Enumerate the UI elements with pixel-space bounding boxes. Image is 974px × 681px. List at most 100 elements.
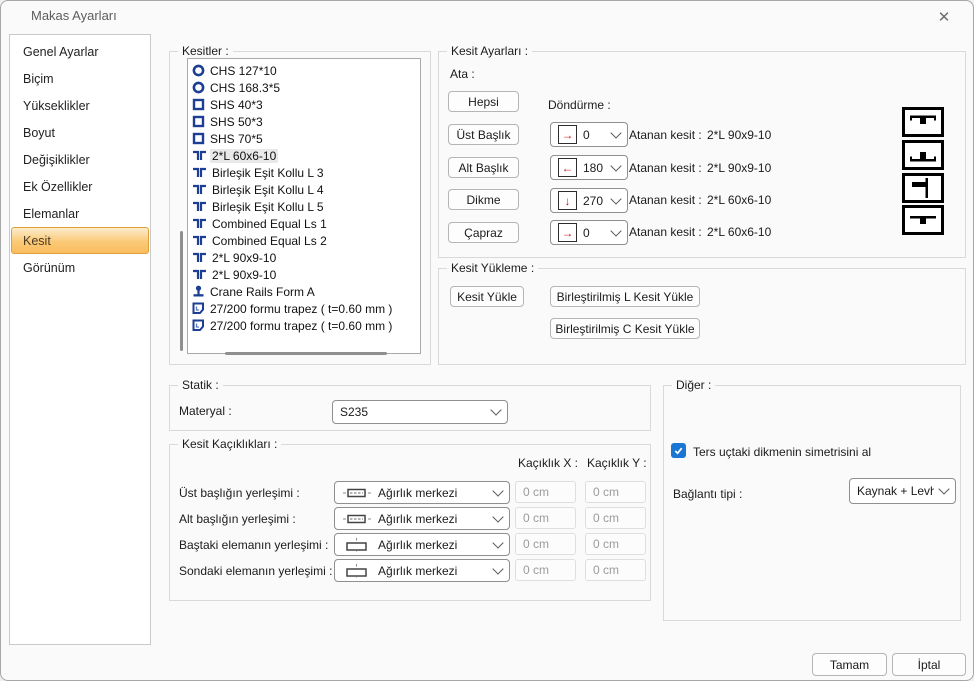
title-bar: Makas Ayarları ✕ bbox=[1, 1, 973, 31]
birlestirilmis-c-kesit-yukle-button[interactable]: Birleştirilmiş C Kesit Yükle bbox=[550, 318, 700, 339]
horizontal-scrollbar[interactable] bbox=[225, 352, 387, 355]
sidebar-item-degisiklikler[interactable]: Değişiklikler bbox=[11, 146, 149, 173]
list-item[interactable]: Combined Equal Ls 2 bbox=[188, 232, 420, 249]
rotation-select-dikme[interactable]: ↓ 270 bbox=[550, 188, 628, 213]
sondaki-elemanin-yerlesimi-select[interactable]: Ağırlık merkezi bbox=[334, 559, 510, 582]
chevron-down-icon bbox=[490, 404, 501, 415]
sidebar-item-genel-ayarlar[interactable]: Genel Ayarlar bbox=[11, 38, 149, 65]
alt-basligin-yerlesimi-select[interactable]: Ağırlık merkezi bbox=[334, 507, 510, 530]
baglanti-tipi-select[interactable]: Kaynak + Levha bbox=[849, 478, 956, 504]
ust-baslik-button[interactable]: Üst Başlık bbox=[448, 124, 519, 145]
trapez-icon bbox=[192, 302, 205, 315]
rotation-select-alt-baslik[interactable]: ← 180 bbox=[550, 155, 628, 180]
shs-icon bbox=[192, 115, 205, 128]
bastaki-elemanin-yerlesimi-select[interactable]: Ağırlık merkezi bbox=[334, 533, 510, 556]
shs-icon bbox=[192, 132, 205, 145]
list-item[interactable]: Birleşik Eşit Kollu L 5 bbox=[188, 198, 420, 215]
list-item[interactable]: CHS 168.3*5 bbox=[188, 79, 420, 96]
simetri-checkbox-label[interactable]: Ters uçtaki dikmenin simetrisini al bbox=[693, 445, 871, 459]
rotation-value: 0 bbox=[583, 226, 590, 240]
materyal-value: S235 bbox=[340, 405, 368, 419]
vertical-scrollbar[interactable] bbox=[180, 231, 183, 351]
chevron-down-icon bbox=[492, 563, 503, 574]
rotation-value: 0 bbox=[583, 128, 590, 142]
iptal-button[interactable]: İptal bbox=[892, 653, 966, 676]
chevron-down-icon bbox=[492, 537, 503, 548]
double-angle-icon bbox=[192, 252, 207, 263]
chevron-down-icon bbox=[610, 160, 621, 171]
settings-sidebar: Genel Ayarlar Biçim Yükseklikler Boyut D… bbox=[9, 34, 151, 645]
placement-value: Ağırlık merkezi bbox=[378, 486, 457, 500]
v-section-placement-icon bbox=[342, 564, 372, 578]
sidebar-item-ek-ozellikler[interactable]: Ek Özellikler bbox=[11, 173, 149, 200]
arrow-right-icon: → bbox=[558, 223, 577, 242]
v-section-placement-icon bbox=[342, 538, 372, 552]
list-item[interactable]: CHS 127*10 bbox=[188, 62, 420, 79]
chs-icon bbox=[192, 81, 205, 94]
materyal-select[interactable]: S235 bbox=[332, 400, 508, 424]
statik-legend: Statik : bbox=[178, 378, 223, 392]
chevron-down-icon bbox=[610, 193, 621, 204]
list-item[interactable]: Combined Equal Ls 1 bbox=[188, 215, 420, 232]
rotation-value: 270 bbox=[583, 194, 603, 208]
shs-icon bbox=[192, 98, 205, 111]
assigned-section-label: Atanan kesit : bbox=[629, 128, 702, 142]
kesitler-legend: Kesitler : bbox=[178, 44, 233, 58]
section-list[interactable]: CHS 127*10 CHS 168.3*5 SHS 40*3 SHS 50*3… bbox=[187, 58, 421, 354]
simetri-checkbox[interactable] bbox=[671, 443, 686, 458]
rotation-select-capraz[interactable]: → 0 bbox=[550, 220, 628, 245]
placement-value: Ağırlık merkezi bbox=[378, 538, 457, 552]
assigned-section-label: Atanan kesit : bbox=[629, 161, 702, 175]
rotation-select-ust-baslik[interactable]: → 0 bbox=[550, 122, 628, 147]
assigned-section-value: 2*L 60x6-10 bbox=[707, 193, 771, 207]
sidebar-item-yukseklikler[interactable]: Yükseklikler bbox=[11, 92, 149, 119]
list-item[interactable]: Birleşik Eşit Kollu L 3 bbox=[188, 164, 420, 181]
list-item[interactable]: Birleşik Eşit Kollu L 4 bbox=[188, 181, 420, 198]
list-item[interactable]: Crane Rails Form A bbox=[188, 283, 420, 300]
alt-basligin-yerlesimi-label: Alt başlığın yerleşimi : bbox=[179, 512, 296, 526]
t-left-icon bbox=[902, 173, 944, 203]
alt-baslik-button[interactable]: Alt Başlık bbox=[448, 157, 519, 178]
list-item[interactable]: SHS 70*5 bbox=[188, 130, 420, 147]
hepsi-button[interactable]: Hepsi bbox=[448, 91, 519, 112]
double-angle-icon bbox=[192, 218, 207, 229]
bastaki-elemanin-yerlesimi-label: Baştaki elemanın yerleşimi : bbox=[179, 538, 328, 552]
chevron-down-icon bbox=[938, 483, 949, 494]
dondurme-label: Döndürme : bbox=[548, 98, 611, 112]
sidebar-item-boyut[interactable]: Boyut bbox=[11, 119, 149, 146]
t-up-icon bbox=[902, 140, 944, 170]
list-item[interactable]: 27/200 formu trapez ( t=0.60 mm ) bbox=[188, 300, 420, 317]
h-section-placement-icon bbox=[342, 486, 372, 500]
dikme-button[interactable]: Dikme bbox=[448, 189, 519, 210]
assigned-section-value: 2*L 90x9-10 bbox=[707, 128, 771, 142]
birlestirilmis-l-kesit-yukle-button[interactable]: Birleştirilmiş L Kesit Yükle bbox=[550, 286, 700, 307]
sidebar-item-bicim[interactable]: Biçim bbox=[11, 65, 149, 92]
baglanti-tipi-value: Kaynak + Levha bbox=[857, 484, 934, 498]
sidebar-item-gorunum[interactable]: Görünüm bbox=[11, 254, 149, 281]
list-item[interactable]: SHS 40*3 bbox=[188, 96, 420, 113]
tamam-button[interactable]: Tamam bbox=[812, 653, 887, 676]
chevron-down-icon bbox=[492, 485, 503, 496]
ust-basligin-yerlesimi-select[interactable]: Ağırlık merkezi bbox=[334, 481, 510, 504]
sidebar-item-elemanlar[interactable]: Elemanlar bbox=[11, 200, 149, 227]
t-down-icon bbox=[902, 107, 944, 137]
list-item[interactable]: 2*L 90x9-10 bbox=[188, 249, 420, 266]
chevron-down-icon bbox=[610, 225, 621, 236]
h-section-placement-icon bbox=[342, 512, 372, 526]
chs-icon bbox=[192, 64, 205, 77]
sidebar-item-kesit[interactable]: Kesit bbox=[11, 227, 149, 254]
rotation-value: 180 bbox=[583, 161, 603, 175]
assigned-section-value: 2*L 60x6-10 bbox=[707, 225, 771, 239]
list-item[interactable]: 27/200 formu trapez ( t=0.60 mm ) bbox=[188, 317, 420, 334]
list-item-selected[interactable]: 2*L 60x6-10 bbox=[188, 147, 420, 164]
sondaki-elemanin-yerlesimi-label: Sondaki elemanın yerleşimi : bbox=[179, 564, 332, 578]
list-item[interactable]: 2*L 90x9-10 bbox=[188, 266, 420, 283]
assigned-section-label: Atanan kesit : bbox=[629, 193, 702, 207]
capraz-button[interactable]: Çapraz bbox=[448, 222, 519, 243]
arrow-down-icon: ↓ bbox=[558, 191, 577, 210]
kesit-yukle-button[interactable]: Kesit Yükle bbox=[450, 286, 524, 307]
close-icon[interactable]: ✕ bbox=[929, 5, 959, 28]
list-item[interactable]: SHS 50*3 bbox=[188, 113, 420, 130]
assigned-section-label: Atanan kesit : bbox=[629, 225, 702, 239]
kaciklik-x-header: Kaçıklık X : bbox=[518, 456, 578, 470]
